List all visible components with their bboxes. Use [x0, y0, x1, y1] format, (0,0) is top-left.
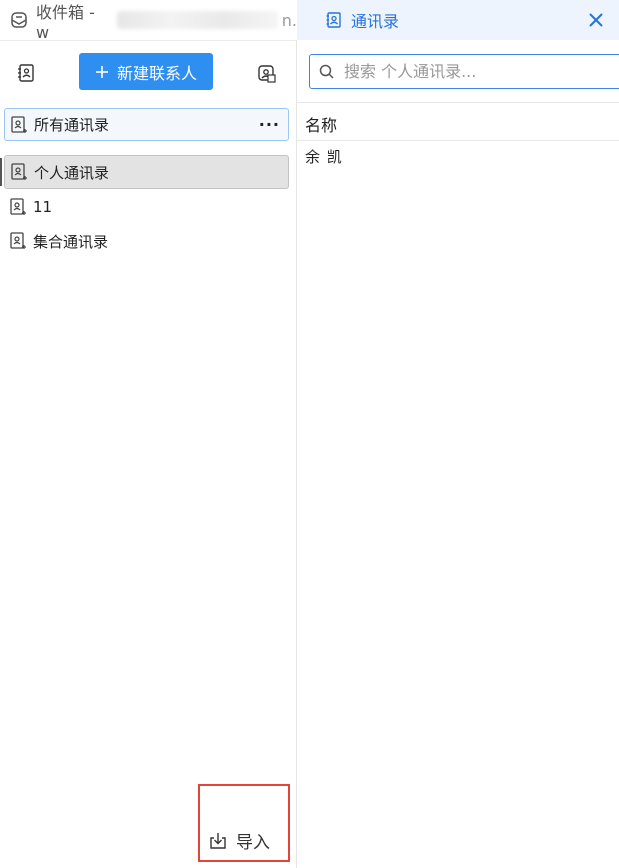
- sidebar-item-label: 所有通讯录: [34, 116, 110, 134]
- import-contacts-icon[interactable]: [255, 62, 277, 84]
- pane-divider: [296, 40, 297, 868]
- plus-icon: [95, 65, 109, 79]
- tab-bar: 收件箱 - w n. 通讯录: [0, 0, 619, 42]
- tab-inbox-tail: n.: [281, 10, 297, 30]
- mail-icon: [10, 11, 28, 29]
- more-options-icon[interactable]: ···: [259, 115, 280, 134]
- new-contact-button[interactable]: 新建联系人: [79, 53, 213, 90]
- search-icon: [318, 63, 336, 81]
- search-input[interactable]: [342, 61, 606, 82]
- sidebar-item-label: 11: [33, 198, 53, 216]
- import-label: 导入: [236, 833, 270, 853]
- close-icon[interactable]: [585, 9, 607, 31]
- divider: [297, 102, 619, 103]
- tab-inbox-label: 收件箱 - w: [36, 2, 95, 42]
- divider: [0, 40, 296, 41]
- import-icon: [208, 831, 228, 851]
- sidebar-item-label: 集合通讯录: [33, 232, 109, 251]
- contact-row[interactable]: 余 凯: [305, 146, 343, 167]
- sidebar-item-11[interactable]: 11: [4, 190, 289, 224]
- sidebar-item-label: 个人通讯录: [34, 163, 110, 182]
- address-book-icon: [325, 11, 343, 29]
- selection-marker: [0, 158, 2, 186]
- column-header-name[interactable]: 名称: [305, 112, 337, 136]
- tab-inbox[interactable]: 收件箱 - w n.: [0, 0, 297, 42]
- redacted-email: [117, 11, 278, 29]
- sidebar-item-personal[interactable]: 个人通讯录: [4, 155, 289, 189]
- sidebar-item-collection[interactable]: 集合通讯录: [4, 224, 289, 258]
- address-book-icon: [8, 115, 28, 135]
- new-contact-label: 新建联系人: [116, 63, 197, 83]
- address-book-icon: [8, 162, 28, 182]
- add-address-book-icon[interactable]: [15, 62, 37, 84]
- sidebar-item-all[interactable]: 所有通讯录 ···: [4, 108, 289, 141]
- search-box[interactable]: [309, 54, 619, 89]
- address-book-icon: [7, 231, 27, 251]
- tab-contacts[interactable]: 通讯录: [297, 0, 619, 40]
- tab-contacts-label: 通讯录: [351, 12, 400, 31]
- address-book-icon: [7, 197, 27, 217]
- divider: [297, 140, 619, 141]
- import-button[interactable]: 导入: [208, 828, 270, 853]
